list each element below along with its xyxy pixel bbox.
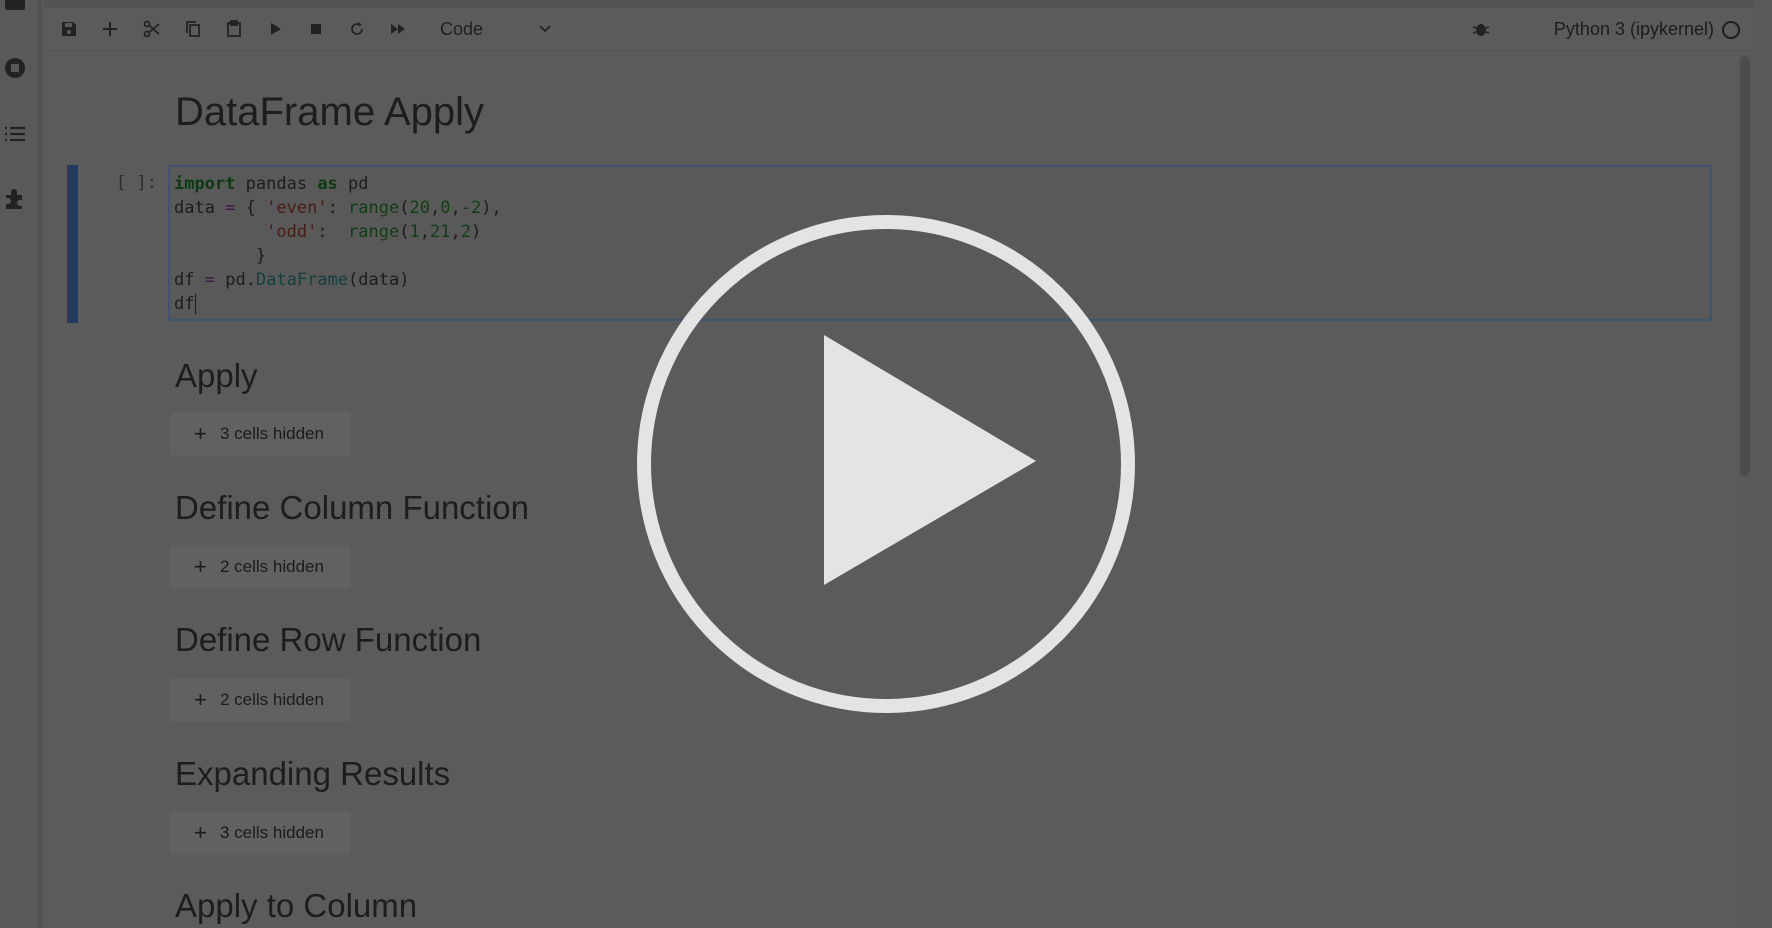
play-video-icon[interactable] <box>636 214 1136 714</box>
scrollbar-thumb[interactable] <box>1740 56 1750 476</box>
plus-icon: + <box>194 421 207 446</box>
cut-icon[interactable] <box>141 18 163 40</box>
left-activity-bar <box>0 0 42 928</box>
code-line: } <box>174 246 267 266</box>
page-title: DataFrame Apply <box>175 90 485 134</box>
cell-prompt: [ ]: <box>116 173 157 193</box>
table-of-contents-icon[interactable] <box>2 121 28 147</box>
section-heading-define-column-function: Define Column Function <box>175 489 530 526</box>
expand-hidden-cells-button[interactable]: +3 cells hidden <box>170 412 351 456</box>
copy-icon[interactable] <box>182 18 204 40</box>
expand-hidden-cells-button[interactable]: +2 cells hidden <box>170 678 351 722</box>
section-heading-apply: Apply <box>175 357 258 394</box>
section-heading-apply-to-column: Apply to Column <box>175 887 418 924</box>
code-line: df <box>174 294 197 314</box>
section-heading-define-row-function: Define Row Function <box>175 621 482 658</box>
code-line: df = pd.DataFrame(data) <box>174 270 410 290</box>
kernel-name[interactable]: Python 3 (ipykernel) <box>1554 18 1714 40</box>
notebook-toolbar: Code Python 3 (ipykernel) <box>44 8 1754 51</box>
folder-icon[interactable] <box>2 0 28 16</box>
code-line: data = { 'even': range(20,0,-2), <box>174 198 502 218</box>
add-cell-icon[interactable] <box>99 18 121 40</box>
plus-icon: + <box>194 554 207 579</box>
running-sessions-icon[interactable] <box>2 55 28 81</box>
extensions-puzzle-icon[interactable] <box>2 186 28 212</box>
paste-icon[interactable] <box>223 18 245 40</box>
fast-forward-icon[interactable] <box>387 18 409 40</box>
section-heading-expanding-results: Expanding Results <box>175 755 451 792</box>
code-line: 'odd': range(1,21,2) <box>266 222 482 242</box>
bug-icon[interactable] <box>1470 18 1492 40</box>
active-cell-indicator <box>67 165 78 323</box>
expand-hidden-cells-button[interactable]: +3 cells hidden <box>170 811 351 855</box>
chevron-down-icon[interactable] <box>534 16 556 42</box>
plus-icon: + <box>194 820 207 845</box>
expand-hidden-cells-button[interactable]: +2 cells hidden <box>170 545 351 589</box>
save-icon[interactable] <box>58 18 80 40</box>
stop-icon[interactable] <box>305 18 327 40</box>
restart-icon[interactable] <box>346 18 368 40</box>
plus-icon: + <box>194 687 207 712</box>
run-icon[interactable] <box>264 18 286 40</box>
text-cursor <box>195 294 197 314</box>
code-line: import pandas as pd <box>174 174 369 194</box>
kernel-status-indicator <box>1722 21 1740 39</box>
